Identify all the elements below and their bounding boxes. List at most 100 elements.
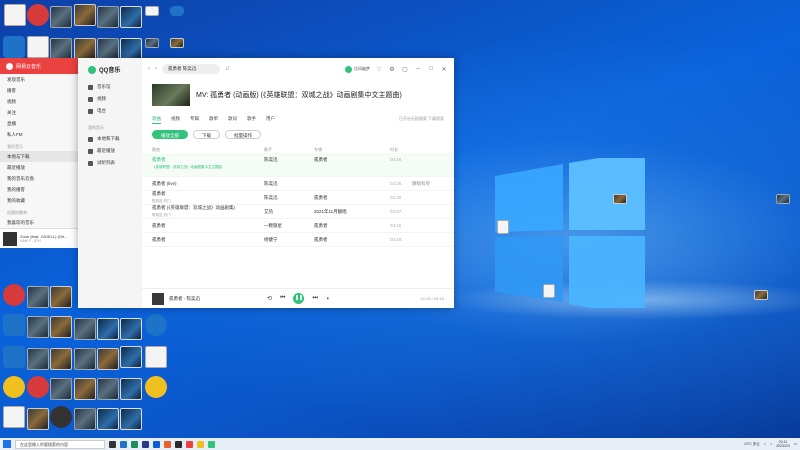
desktop-icon-thumbnail[interactable] [27,286,49,308]
desktop-icon-game[interactable] [754,290,768,300]
desktop-icon-file[interactable] [27,36,49,58]
settings-icon[interactable]: ⚙ [388,66,396,73]
qq-nav-trial-list[interactable]: 试听列表 [78,157,142,169]
netease-nav-podcast[interactable]: 播客 [0,85,79,96]
desktop-icon-thumbnail[interactable] [50,38,72,60]
volume-tray-icon[interactable]: ◖ [770,442,772,446]
desktop-icon-game[interactable] [27,408,49,430]
desktop-icon-game[interactable] [74,378,96,400]
skin-icon[interactable]: ♡ [375,66,383,73]
tab-songs[interactable]: 歌曲 [152,116,161,124]
taskbar-app-icon[interactable] [153,440,160,448]
desktop-icon-game[interactable] [120,6,142,28]
maximize-icon[interactable]: □ [427,66,435,72]
tabs-right-info[interactable]: 已开启无损搜索 下载搜索 [399,116,444,124]
desktop-icon-file[interactable] [145,6,159,16]
play-all-button[interactable]: 播放全部 [152,130,188,139]
desktop-icon-game[interactable] [120,38,142,60]
desktop-icon-file[interactable] [543,284,555,298]
desktop-icon-thumbnail[interactable] [50,6,72,28]
tab-lyrics[interactable]: 歌词 [228,116,237,124]
qq-search-input[interactable]: 孤勇者 陈奕迅 [162,64,220,74]
windows-start-icon[interactable] [3,440,11,448]
netease-nav-fm[interactable]: 私人FM [0,129,79,140]
taskbar-netease-icon[interactable] [186,440,193,448]
mv-banner[interactable]: MV: 孤勇者 (动画版) (《英雄联盟：双城之战》动画剧集中文主题曲) [142,80,454,110]
desktop-icon-thumbnail[interactable] [50,378,72,400]
desktop-icon-game[interactable] [120,378,142,400]
weather[interactable]: 10°C 多云 [744,442,760,447]
close-icon[interactable]: ✕ [440,66,448,73]
pause-button[interactable]: ❚❚ [293,293,305,304]
tab-playlists[interactable]: 歌单 [209,116,218,124]
desktop-icon-file[interactable] [4,4,26,26]
tab-videos[interactable]: 视频 [171,116,180,124]
desktop-icon-app[interactable] [50,406,72,428]
netease-nav-recent[interactable]: 最近播放 [0,162,79,173]
netease-nav-local[interactable]: 本地与下载 [0,151,79,162]
table-row[interactable]: 孤勇者 《英雄联盟：双城之战》动画剧集中文主题曲 陈奕迅 孤勇者 04:16 [142,153,454,177]
qq-nav-radio[interactable]: 电台 [78,105,142,117]
desktop-icon-app[interactable] [27,4,49,26]
desktop-icon-game[interactable] [97,408,119,430]
netease-nav-follow[interactable]: 关注 [0,107,79,118]
desktop-icon-game[interactable] [50,348,72,370]
desktop-icon-steam[interactable] [3,36,25,58]
player-album-art[interactable] [152,292,164,305]
taskbar-app-icon[interactable] [164,440,171,448]
desktop-icon-game[interactable] [170,38,184,48]
desktop-icon-thumbnail[interactable] [97,378,119,400]
desktop-icon-game[interactable] [120,408,142,430]
desktop-icon-game[interactable] [120,318,142,340]
desktop-icon-file[interactable] [145,346,167,368]
desktop-icon-thumbnail[interactable] [74,318,96,340]
desktop-icon-game[interactable] [97,318,119,340]
desktop-icon-game[interactable] [97,348,119,370]
clock[interactable]: 20:11 2023/2/3 [776,440,790,448]
table-row[interactable]: 孤勇者 陈奕迅 热门 陈奕迅 孤勇者 04:20 [142,191,454,205]
mini-mode-icon[interactable]: ▢ [401,66,409,73]
qq-user[interactable]: 坊间幽梦 [345,65,370,73]
desktop-icon-game[interactable] [50,316,72,338]
tab-artists[interactable]: 歌手 [247,116,256,124]
desktop-icon-game[interactable] [74,38,96,60]
desktop-icon-game[interactable] [74,4,96,26]
netease-nav-video[interactable]: 视频 [0,96,79,107]
back-arrow-icon[interactable]: ‹ [148,66,150,72]
desktop-icon-thumbnail[interactable] [97,38,119,60]
minimize-icon[interactable]: – [414,66,422,72]
netease-nav-mypodcast[interactable]: 我的播客 [0,184,79,195]
qq-nav-local[interactable]: 本地和下载 [78,133,142,145]
table-row[interactable]: 孤勇者 杨健宁 孤勇者 04:18 [142,233,454,247]
batch-button[interactable]: 批量操作 [225,130,261,139]
song-extra[interactable]: 跟唱有奖 [412,181,432,187]
tab-users[interactable]: 用户 [266,116,275,124]
netease-nav-live[interactable]: 直播 [0,118,79,129]
table-row[interactable]: 孤勇者 一颗狼星 孤勇者 04:15 [142,219,454,233]
taskbar-app-icon[interactable] [120,440,127,448]
desktop-icon-thumbnail[interactable] [74,348,96,370]
qq-nav-recent[interactable]: 最近播放 [78,145,142,157]
qq-nav-music-hall[interactable]: 音乐馆 [78,81,142,93]
loop-icon[interactable]: ⟲ [267,295,272,302]
desktop-icon-file[interactable] [497,220,509,234]
desktop-icon-app[interactable] [145,376,167,398]
desktop-icon-thumbnail[interactable] [74,408,96,430]
qq-nav-video[interactable]: 视频 [78,93,142,105]
taskbar-app-icon[interactable] [142,440,149,448]
table-row[interactable]: 孤勇者 (《英雄联盟：双城之战》动画剧集) 陈奕迅 热门 艾热 2021年11月翻唱 0… [142,205,454,219]
desktop-icon-netease[interactable] [3,284,25,306]
desktop-icon-thumbnail[interactable] [27,316,49,338]
desktop-icon-app[interactable] [170,6,184,16]
netease-playlist-liked[interactable]: 我喜欢的音乐 [0,217,79,228]
tab-albums[interactable]: 专辑 [190,116,199,124]
netease-nav-cloud[interactable]: 我的音乐云盘 [0,173,79,184]
netease-nav-discover[interactable]: 发现音乐 [0,74,79,85]
desktop-icon-thumbnail[interactable] [97,6,119,28]
network-icon[interactable]: ⌂ [764,442,766,446]
desktop-icon-thumbnail[interactable] [776,194,790,204]
voice-search-icon[interactable]: ♫ [225,66,230,72]
desktop-icon-thumbnail[interactable] [27,348,49,370]
desktop-icon-app[interactable] [3,376,25,398]
taskbar-app-icon[interactable] [175,440,182,448]
